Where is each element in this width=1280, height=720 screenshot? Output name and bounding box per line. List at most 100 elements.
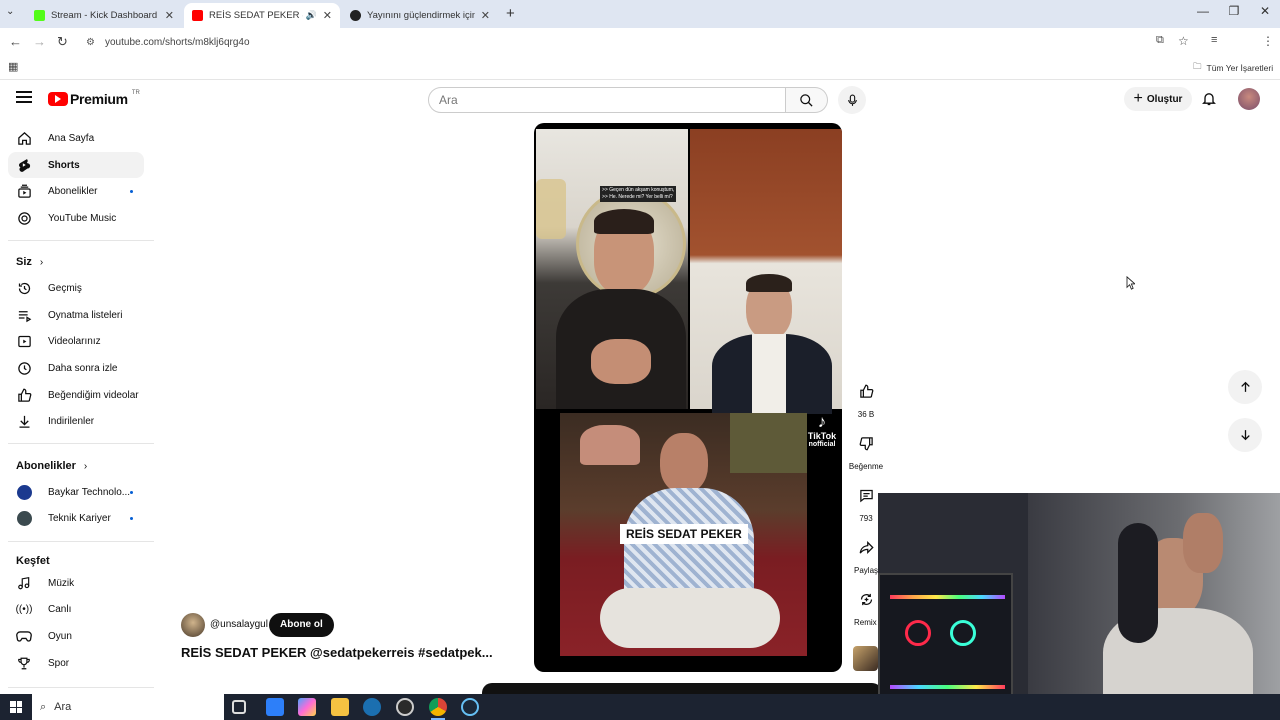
sidebar-item-subscriptions[interactable]: Abonelikler [8, 178, 144, 204]
previous-short-button[interactable] [1228, 370, 1262, 404]
channel-name[interactable]: @unsalaygul [210, 619, 268, 630]
audio-source-thumbnail[interactable] [853, 646, 878, 671]
next-short-button[interactable] [1228, 418, 1262, 452]
tab-search-button[interactable]: ⌄ [6, 6, 14, 17]
apps-grid-icon[interactable]: ▦ [8, 60, 18, 73]
copilot-icon[interactable] [298, 698, 316, 716]
install-app-icon[interactable]: ⧉ [1156, 34, 1164, 47]
search-input[interactable]: Ara [428, 87, 786, 113]
subscribe-button[interactable]: Abone ol [269, 613, 334, 637]
restore-button[interactable]: ❐ [1219, 4, 1249, 18]
url-text[interactable]: youtube.com/shorts/m8klj6qrg4o [105, 37, 250, 48]
audio-playing-icon[interactable]: 🔊 [306, 10, 317, 21]
gaming-icon [16, 628, 32, 644]
sidebar-item-your-videos[interactable]: Videolarınız [8, 328, 144, 354]
video-panel-top-left: >> Geçen dün akşam konuştum, >> He. Nere… [536, 129, 688, 409]
sidebar-section-you[interactable]: Siz › [16, 256, 43, 268]
youtube-premium-logo[interactable]: Premium TR [48, 90, 140, 107]
sidebar-item-liked-videos[interactable]: Beğendiğim videolar [8, 382, 144, 408]
sidebar-item-home[interactable]: Ana Sayfa [8, 125, 144, 151]
text-overlay-box: >> Geçen dün akşam konuştum, >> He. Nere… [600, 186, 677, 202]
obs-icon[interactable] [396, 698, 414, 716]
man-right-hair [746, 274, 792, 292]
sidebar-item-label: Abonelikler [48, 185, 98, 197]
taskbar-search-box[interactable]: ⌕ Ara [32, 694, 224, 720]
back-icon[interactable]: ← [9, 34, 22, 49]
man-left-hands [591, 339, 651, 384]
close-tab-icon[interactable]: ✕ [165, 9, 174, 22]
logo-region: TR [131, 90, 140, 96]
channel-avatar[interactable] [181, 613, 205, 637]
tiktok-watermark: ♪ TikTok nofficial [804, 413, 840, 449]
windows-start-icon[interactable] [10, 701, 22, 713]
sidebar-item-music[interactable]: Müzik [8, 570, 144, 596]
rgb-strip [890, 685, 1005, 689]
sidebar-item-label: Ana Sayfa [48, 132, 95, 144]
sidebar-channel-baykar[interactable]: Baykar Technolo... [8, 479, 144, 505]
tab-kick-dashboard[interactable]: Stream - Kick Dashboard ✕ [26, 3, 182, 28]
shorts-video-player[interactable]: >> Geçen dün akşam konuştum, >> He. Nere… [534, 123, 842, 672]
create-button[interactable]: + Oluştur [1124, 87, 1192, 111]
address-bar[interactable]: ⚙ youtube.com/shorts/m8klj6qrg4o [80, 31, 1210, 53]
chrome-menu-icon[interactable]: ⋮ [1262, 34, 1274, 48]
media-controls-icon[interactable]: ≡ [1211, 34, 1217, 46]
tiktok-label: TikTok [807, 431, 837, 441]
account-avatar[interactable] [1238, 88, 1260, 110]
sidebar-item-shorts[interactable]: Shorts [8, 152, 144, 178]
like-button[interactable] [850, 375, 882, 407]
chrome-icon[interactable] [429, 698, 447, 716]
like-action[interactable]: 36 B [848, 375, 884, 419]
github-favicon-icon [350, 10, 361, 21]
sidebar-divider [8, 541, 154, 542]
close-window-button[interactable]: ✕ [1250, 4, 1280, 18]
tab-streaming-tips[interactable]: Yayınını güçlendirmek için en iyi ✕ [342, 3, 498, 28]
sidebar-section-explore: Keşfet [16, 555, 50, 567]
mouse-cursor-icon [1126, 275, 1137, 295]
rgb-fan-ring-2 [950, 620, 976, 646]
sidebar-item-live[interactable]: ((•)) Canlı [8, 596, 144, 622]
minimize-button[interactable]: — [1188, 4, 1218, 18]
sidebar-item-label: Müzik [48, 577, 75, 589]
dislike-button[interactable] [850, 427, 882, 459]
sidebar-section-subscriptions[interactable]: Abonelikler › [16, 460, 87, 472]
section-title: Siz [16, 256, 32, 268]
streamer-hand [1183, 513, 1223, 573]
new-tab-button[interactable]: + [506, 5, 515, 22]
voice-search-button[interactable] [838, 86, 866, 114]
channel-avatar [16, 484, 32, 500]
tab-youtube-short[interactable]: REİS SEDAT PEKER @sedatp 🔊 ✕ [184, 3, 340, 28]
taskbar-app-icon[interactable] [266, 698, 284, 716]
close-tab-icon[interactable]: ✕ [481, 9, 490, 22]
task-view-icon[interactable] [232, 700, 246, 714]
share-arrow-icon [859, 540, 874, 554]
sidebar-divider [8, 443, 154, 444]
forward-icon[interactable]: → [33, 34, 46, 49]
file-explorer-icon[interactable] [331, 698, 349, 716]
hamburger-menu-icon[interactable] [16, 91, 32, 103]
dislike-action[interactable]: Beğenme [846, 427, 886, 471]
all-bookmarks-folder[interactable]: 🗀 Tüm Yer İşaretleri [1193, 61, 1273, 75]
sidebar-item-downloads[interactable]: İndirilenler [8, 408, 144, 434]
sidebar-item-playlists[interactable]: Oynatma listeleri [8, 302, 144, 328]
search-button[interactable] [786, 87, 828, 113]
site-info-icon[interactable]: ⚙ [86, 37, 95, 48]
steam-icon[interactable] [363, 698, 381, 716]
sidebar-item-watch-later[interactable]: Daha sonra izle [8, 355, 144, 381]
short-title[interactable]: REİS SEDAT PEKER @sedatpekerreis #sedatp… [181, 645, 493, 660]
reload-icon[interactable]: ↻ [57, 34, 68, 50]
music-note-icon [16, 575, 32, 591]
sidebar-item-youtube-music[interactable]: YouTube Music [8, 205, 144, 231]
notifications-bell-icon[interactable] [1201, 90, 1217, 112]
watch-later-icon [16, 360, 32, 376]
close-tab-icon[interactable]: ✕ [323, 9, 332, 22]
youtube-play-logo-icon [48, 92, 68, 106]
sidebar-item-label: İndirilenler [48, 415, 95, 427]
sidebar-channel-teknik-kariyer[interactable]: Teknik Kariyer [8, 505, 144, 531]
home-icon [16, 130, 32, 146]
sidebar-item-sports[interactable]: Spor [8, 650, 144, 676]
sidebar-divider [8, 687, 154, 688]
sidebar-item-gaming[interactable]: Oyun [8, 623, 144, 649]
sidebar-item-history[interactable]: Geçmiş [8, 275, 144, 301]
bookmark-star-icon[interactable]: ☆ [1178, 34, 1189, 48]
steam-icon[interactable] [461, 698, 479, 716]
